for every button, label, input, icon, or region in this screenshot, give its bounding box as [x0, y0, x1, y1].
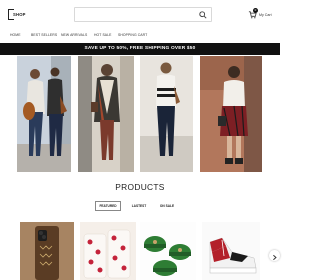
- products-title: PRODUCTS: [115, 182, 165, 192]
- products-next-button[interactable]: [269, 250, 280, 261]
- logo[interactable]: SHOP: [8, 8, 26, 22]
- search-icon[interactable]: [199, 11, 207, 19]
- tab-lastest[interactable]: LASTEST: [127, 201, 151, 211]
- promo-banner[interactable]: SAVE UP TO 50%, FREE SHIPPING OVER $50: [0, 43, 280, 55]
- nav-item-new-arrivals[interactable]: NEW ARRIVALS: [61, 33, 87, 37]
- product-card-sneakers[interactable]: [202, 222, 260, 280]
- nav-item-best-sellers[interactable]: BEST SELLERS: [31, 33, 57, 37]
- tab-on-sale[interactable]: ON SALE: [155, 201, 179, 211]
- hero-photo-1: [17, 56, 71, 172]
- hero-banner[interactable]: [17, 56, 262, 172]
- nav-item-shopping-cart[interactable]: SHOPPING CART: [118, 33, 147, 37]
- tab-featured[interactable]: FEATURED: [95, 201, 121, 211]
- hero-photo-3: [140, 56, 193, 172]
- search-bar[interactable]: [74, 7, 212, 22]
- product-card-phone-case[interactable]: [20, 222, 74, 280]
- hero-photo-4: [200, 56, 262, 172]
- promo-text: SAVE UP TO 50%, FREE SHIPPING OVER $50: [84, 46, 196, 51]
- product-card-caps[interactable]: [140, 222, 196, 280]
- cart-button[interactable]: 0 My Cart: [248, 8, 274, 22]
- header: SHOP 0 My Cart: [0, 0, 280, 30]
- cart-label: My Cart: [259, 13, 272, 17]
- chevron-right-icon: [273, 254, 277, 261]
- cart-count-badge: 0: [253, 8, 258, 13]
- hero-photo-2: [78, 56, 134, 172]
- product-card-cases[interactable]: [80, 222, 136, 280]
- search-input[interactable]: [79, 10, 199, 20]
- product-tabs: FEATURED LASTEST ON SALE: [0, 201, 280, 211]
- nav-item-home[interactable]: HOME: [10, 33, 21, 37]
- nav-item-hot-sale[interactable]: HOT SALE: [94, 33, 112, 37]
- logo-text: SHOP: [13, 12, 26, 17]
